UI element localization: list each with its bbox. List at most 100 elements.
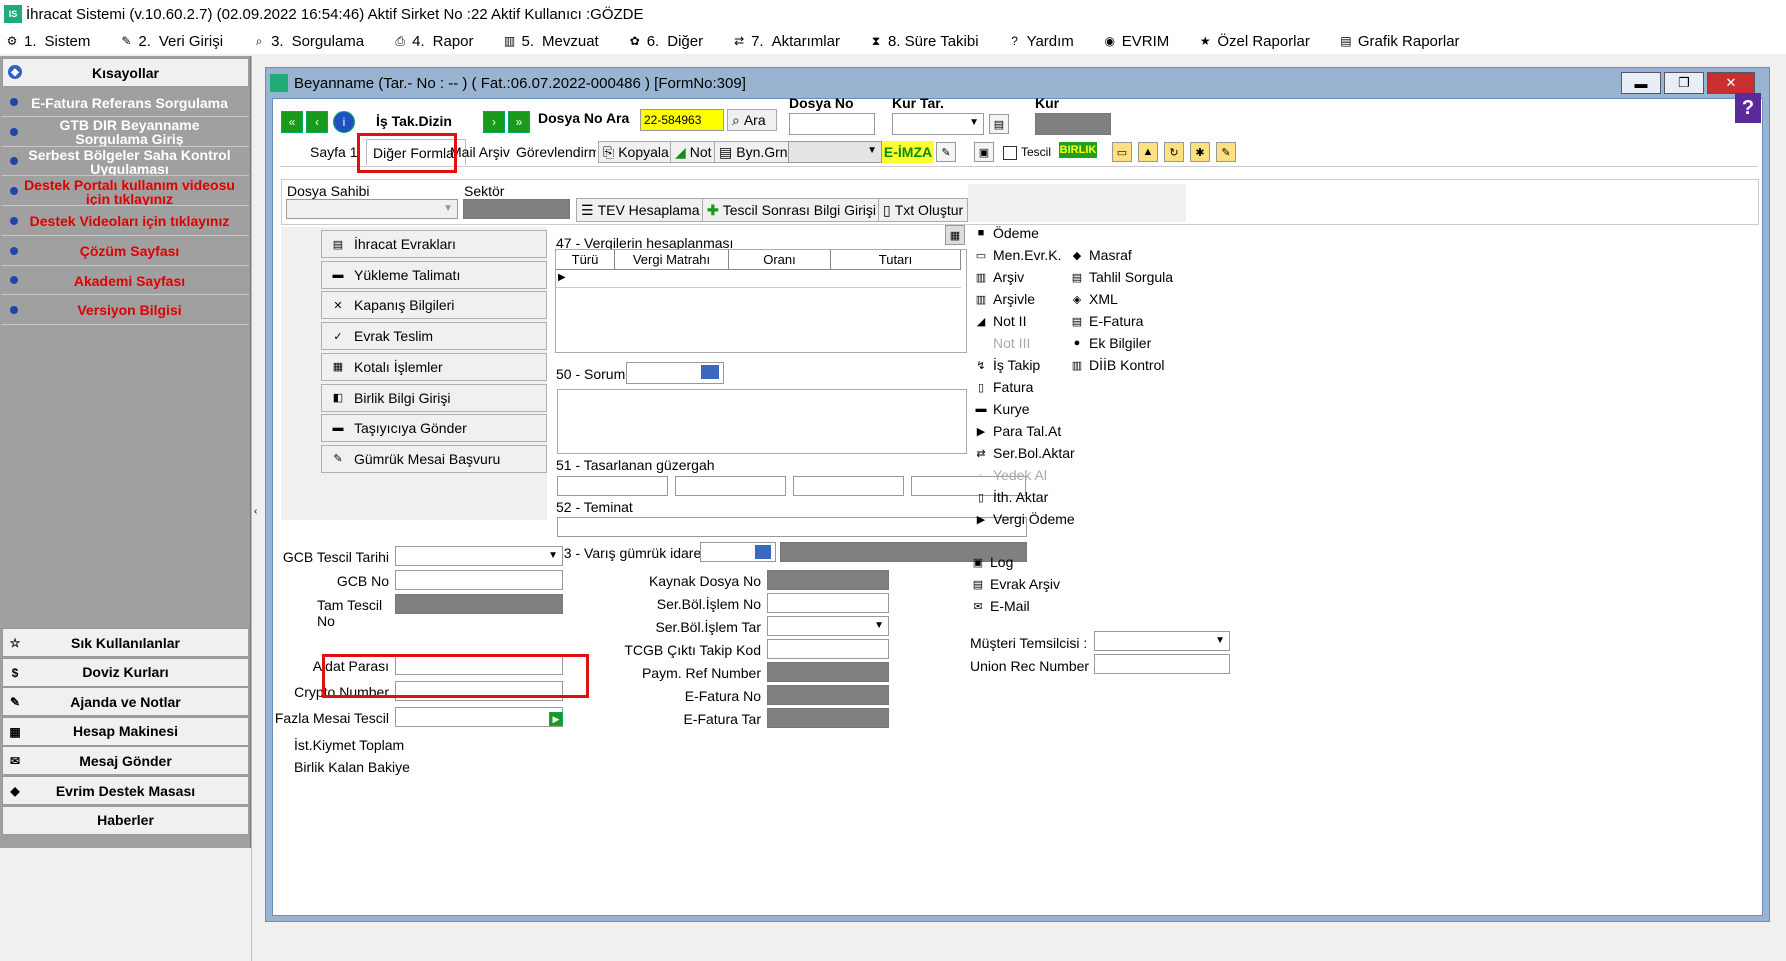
form-button[interactable]: ▬ Taşıyıcıya Gönder: [321, 414, 547, 443]
action-6[interactable]: ↯ İş Takip: [973, 357, 1040, 373]
sorumlu-lookup-icon[interactable]: [701, 365, 719, 379]
action-col2-1[interactable]: ▤ Tahlil Sorgula: [1069, 269, 1173, 285]
sidebar-section-6[interactable]: Haberler: [2, 805, 249, 835]
action-13[interactable]: ▶ Vergi Ödeme: [973, 511, 1075, 527]
form-button[interactable]: ✕ Kapanış Bilgileri: [321, 291, 547, 320]
calculator-grid-icon[interactable]: ▦: [945, 225, 965, 245]
vergi-table-row[interactable]: ▶: [556, 270, 961, 288]
form-button[interactable]: ✎ Gümrük Mesai Başvuru: [321, 444, 547, 473]
tescil-sonrasi-button[interactable]: ✚ Tescil Sonrası Bilgi Girişi: [702, 198, 881, 222]
guzergah-input-1[interactable]: [557, 476, 668, 496]
vergi-col-oran[interactable]: Oranı: [729, 250, 831, 270]
sidebar-section-1[interactable]: $ Doviz Kurları: [2, 657, 249, 687]
menu-system[interactable]: ⚙ 1. Sistem: [4, 33, 91, 50]
sidebar-link[interactable]: GTB DIR Beyanname Sorgulama Giriş: [2, 118, 249, 147]
splitter-arrow-icon[interactable]: ‹: [254, 506, 257, 517]
minimize-button[interactable]: ▬: [1621, 72, 1661, 94]
sidebar-link[interactable]: Destek Videoları için tıklayınız: [2, 207, 249, 236]
action-1[interactable]: ▭ Men.Evr.K.: [973, 247, 1062, 263]
sorumlu-textarea[interactable]: [557, 389, 967, 454]
info-button[interactable]: i: [333, 111, 355, 133]
first-record-button[interactable]: «: [281, 111, 303, 133]
folder-edit-icon[interactable]: ✎: [1216, 142, 1236, 162]
sorumlu-input[interactable]: [626, 362, 724, 384]
action-0[interactable]: ■ Ödeme: [973, 225, 1039, 241]
sidebar-link[interactable]: E-Fatura Referans Sorgulama: [2, 89, 249, 117]
action-7[interactable]: ▯ Fatura: [973, 379, 1034, 395]
sidebar-splitter[interactable]: ‹: [251, 56, 263, 961]
menu-query[interactable]: ⌕ 3. Sorgulama: [251, 33, 364, 50]
vergi-col-tutar[interactable]: Tutarı: [831, 250, 961, 270]
action-2[interactable]: ▥ Arşiv: [973, 269, 1024, 285]
sidebar-link[interactable]: Versiyon Bilgisi: [2, 296, 249, 325]
blank-dropdown[interactable]: [788, 141, 882, 163]
action-col2-3[interactable]: ▤ E-Fatura: [1069, 313, 1144, 329]
vergi-col-turu[interactable]: Türü: [556, 250, 615, 270]
dosya-sahibi-dropdown[interactable]: [286, 199, 458, 219]
restore-button[interactable]: ❐: [1664, 72, 1704, 94]
action-col2-4[interactable]: ● Ek Bilgiler: [1069, 335, 1152, 351]
kur-tar-dropdown[interactable]: [892, 113, 984, 135]
ara-button[interactable]: ⌕ Ara: [727, 109, 777, 131]
menu-transfer[interactable]: ⇄ 7. Aktarımlar: [731, 33, 840, 50]
action-3[interactable]: ▥ Arşivle: [973, 291, 1035, 307]
tab-sayfa-1[interactable]: Sayfa 1: [304, 139, 363, 165]
tcgb-cikti-input[interactable]: [767, 639, 889, 659]
tescil-checkbox[interactable]: [1003, 146, 1017, 160]
calendar-icon[interactable]: ▤: [989, 114, 1009, 134]
birlik-button[interactable]: BIRLIK: [1059, 142, 1097, 158]
sidebar-link[interactable]: Serbest Bölgeler Saha Kontrol Uygulaması: [2, 148, 249, 177]
action-12[interactable]: ▯ İth. Aktar: [973, 489, 1048, 505]
dosya-no-search-input[interactable]: 22-584963: [640, 109, 724, 131]
pdf-icon[interactable]: ▣: [974, 142, 994, 162]
ser-bol-islem-tar-input[interactable]: [767, 616, 889, 636]
sidebar-section-3[interactable]: ▦ Hesap Makinesi: [2, 716, 249, 746]
teminat-input[interactable]: [557, 517, 1027, 537]
folder-up-icon[interactable]: ▲: [1138, 142, 1158, 162]
action-col2-5[interactable]: ▥ DİİB Kontrol: [1069, 357, 1165, 373]
menu-other[interactable]: ✿ 6. Diğer: [627, 33, 703, 50]
e-imza-button[interactable]: E-İMZA: [882, 141, 934, 163]
form-button[interactable]: ▦ Kotalı İşlemler: [321, 352, 547, 381]
fazla-mesai-go-icon[interactable]: ▶: [549, 712, 563, 726]
sidebar-section-0[interactable]: ☆ Sık Kullanılanlar: [2, 628, 249, 657]
not-button[interactable]: ◢ Not: [670, 141, 717, 163]
txt-olustur-button[interactable]: ▯ Txt Oluştur: [878, 198, 969, 222]
next-record-button[interactable]: ›: [483, 111, 505, 133]
varis-lookup-icon[interactable]: [755, 545, 771, 559]
last-record-button[interactable]: »: [508, 111, 530, 133]
help-question-icon[interactable]: ?: [1735, 93, 1761, 123]
signature-icon[interactable]: ✎: [936, 142, 956, 162]
action-9[interactable]: ▶ Para Tal.At: [973, 423, 1061, 439]
menu-evrim[interactable]: ◉ EVRIM: [1102, 33, 1170, 50]
menu-chart[interactable]: ▤ Grafik Raporlar: [1338, 33, 1459, 50]
action-8[interactable]: ▬ Kurye: [973, 401, 1030, 417]
menu-books[interactable]: ▥ 5. Mevzuat: [502, 33, 599, 50]
byn-grn-button[interactable]: ▤ Byn.Grn.: [714, 141, 797, 163]
guzergah-input-3[interactable]: [793, 476, 904, 496]
folder-open-icon[interactable]: ▭: [1112, 142, 1132, 162]
union-rec-input[interactable]: [1094, 654, 1230, 674]
sidebar-link[interactable]: Çözüm Sayfası: [2, 237, 249, 266]
fazla-mesai-tescil-input[interactable]: [395, 707, 563, 727]
tab-gorevlendirme[interactable]: Görevlendirme: [510, 139, 596, 165]
action-bottom-1[interactable]: ▤ Evrak Arşiv: [970, 576, 1060, 592]
guzergah-input-2[interactable]: [675, 476, 786, 496]
prev-record-button[interactable]: ‹: [306, 111, 328, 133]
action-col2-2[interactable]: ◈ XML: [1069, 291, 1118, 307]
sidebar-link[interactable]: Destek Portalı kullanım videosu için tık…: [2, 178, 249, 207]
sidebar-link[interactable]: Akademi Sayfası: [2, 267, 249, 296]
form-button[interactable]: ▬ Yükleme Talimatı: [321, 260, 547, 289]
menu-data-entry[interactable]: ✎ 2. Veri Girişi: [118, 33, 223, 50]
musteri-temsilcisi-dropdown[interactable]: [1094, 631, 1230, 651]
action-10[interactable]: ⇄ Ser.Bol.Aktar: [973, 445, 1074, 461]
sidebar-section-2[interactable]: ✎ Ajanda ve Notlar: [2, 687, 249, 717]
sidebar-section-4[interactable]: ✉ Mesaj Gönder: [2, 746, 249, 776]
ser-bol-islem-no-input[interactable]: [767, 593, 889, 613]
form-button[interactable]: ▤ İhracat Evrakları: [321, 230, 547, 258]
action-4[interactable]: ◢ Not II: [973, 313, 1027, 329]
collapse-icon[interactable]: ◆: [8, 65, 22, 79]
vergi-col-matrah[interactable]: Vergi Matrahı: [615, 250, 729, 270]
gcb-tescil-tarihi-input[interactable]: [395, 546, 563, 566]
close-button[interactable]: ✕: [1707, 72, 1755, 94]
